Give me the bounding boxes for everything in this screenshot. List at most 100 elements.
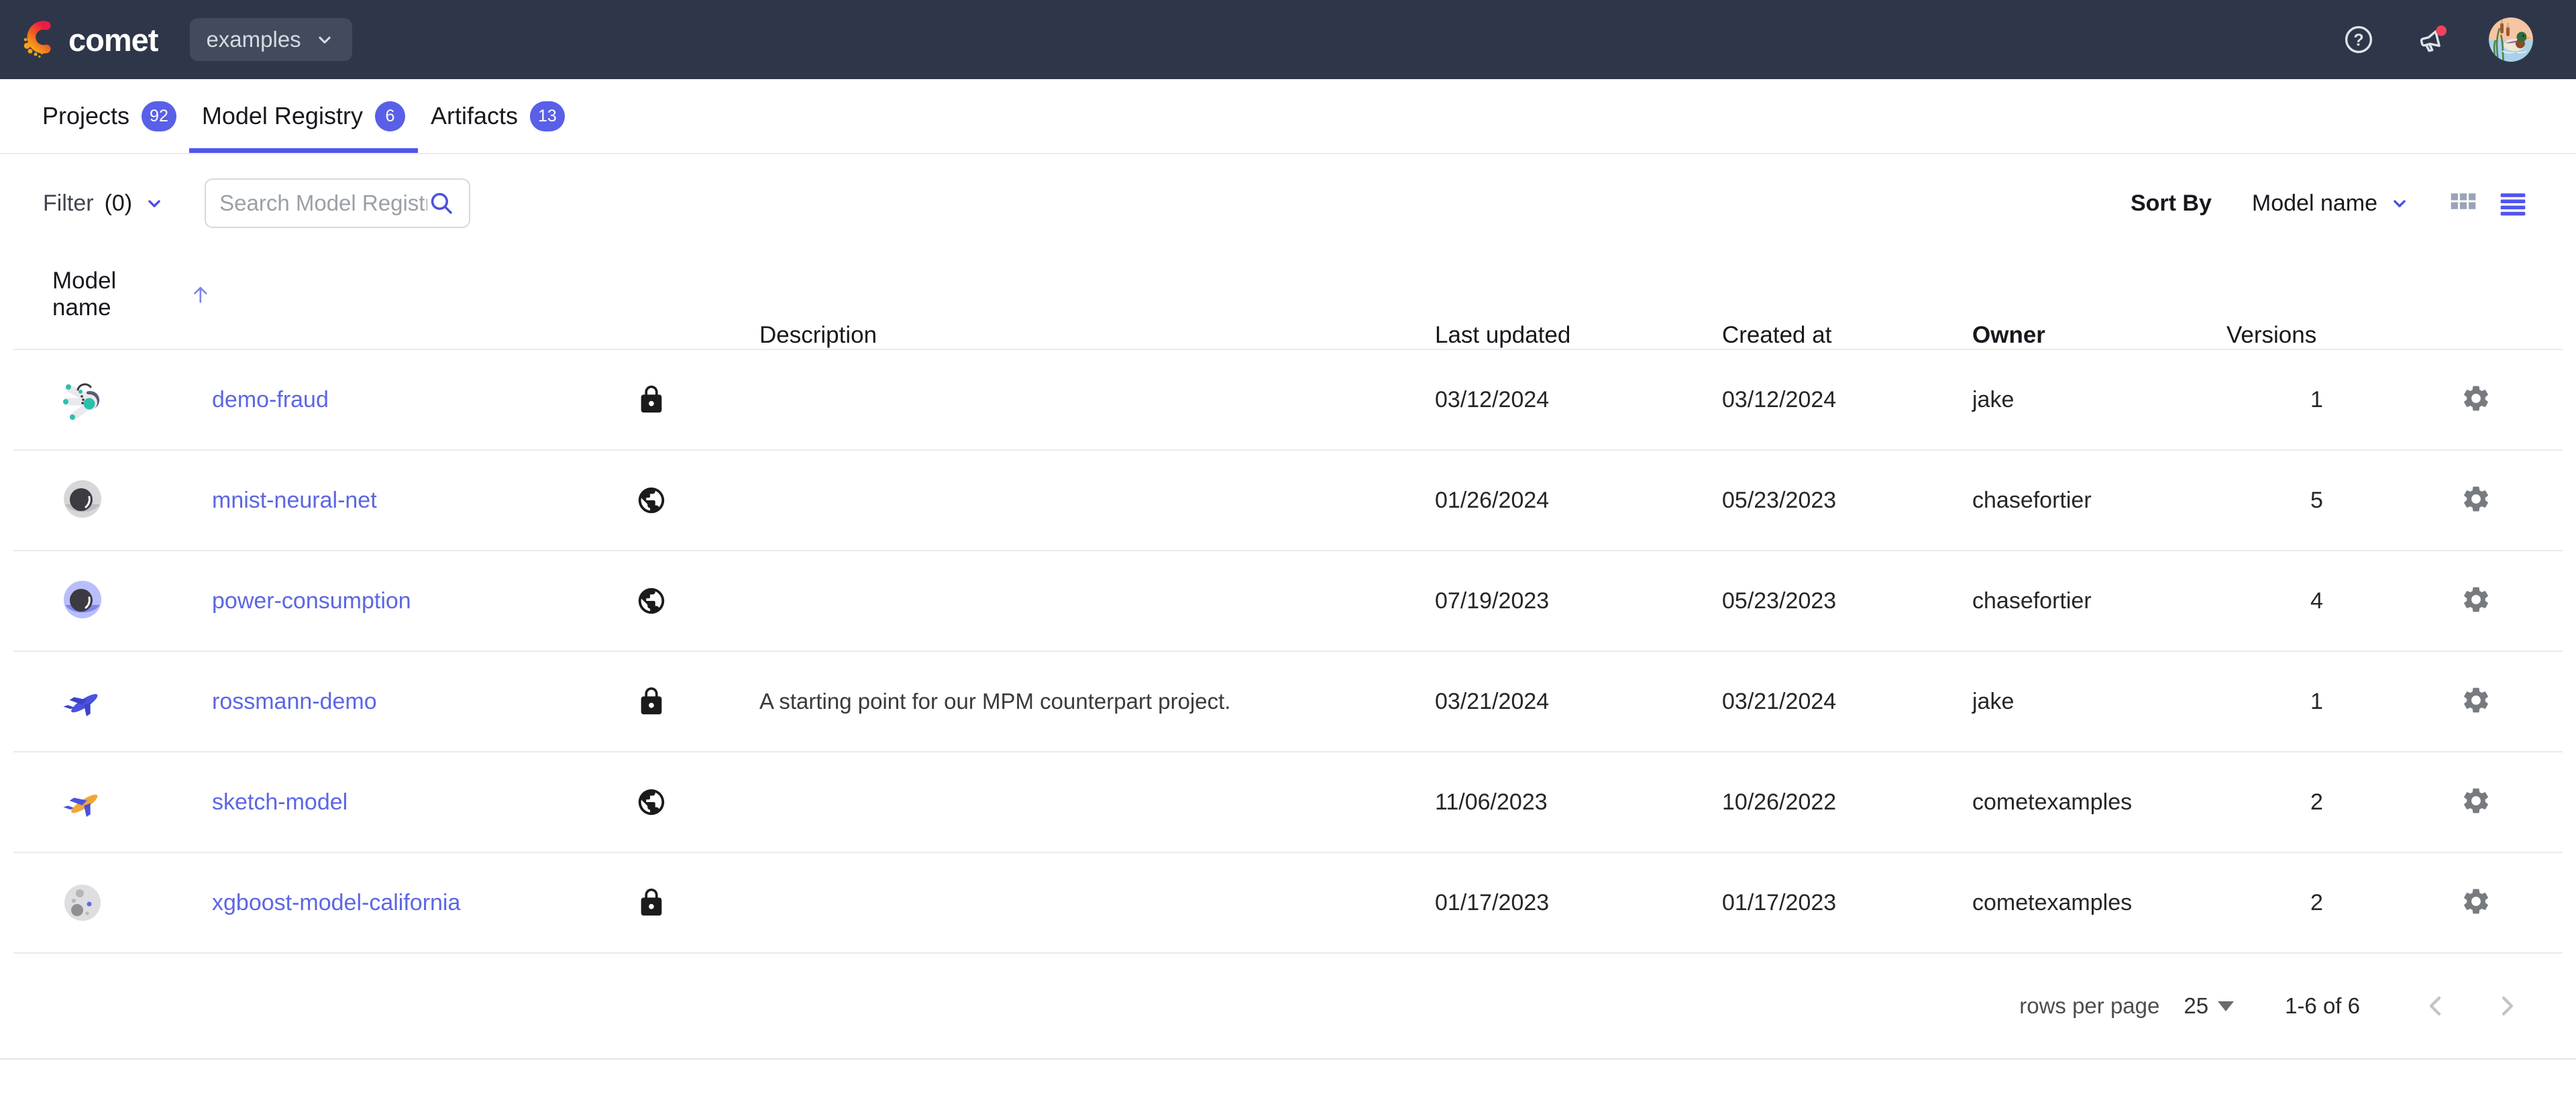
sort-ascending-arrow-icon [189, 283, 212, 306]
next-page-button[interactable] [2490, 990, 2522, 1022]
created-at-cell: 05/23/2023 [1722, 488, 1972, 514]
chevron-right-icon [2490, 990, 2522, 1022]
filter-label: Filter [43, 190, 94, 217]
model-name-link[interactable]: xgboost-model-california [212, 890, 460, 915]
globe-icon [636, 585, 667, 616]
tab-count-badge: 6 [375, 101, 405, 131]
tab-model-registry[interactable]: Model Registry 6 [189, 79, 418, 153]
brand-wordmark: comet [68, 21, 158, 58]
user-avatar[interactable] [2489, 17, 2533, 62]
model-name-link[interactable]: power-consumption [212, 588, 411, 614]
created-at-cell: 03/21/2024 [1722, 689, 1972, 715]
top-bar: comet examples ? [0, 0, 2576, 79]
sort-value: Model name [2252, 190, 2377, 217]
model-name-link[interactable]: demo-fraud [212, 387, 329, 412]
last-updated-cell: 03/21/2024 [1435, 689, 1722, 715]
column-header-owner: Owner [1972, 322, 2226, 349]
globe-icon [636, 787, 667, 818]
triangle-down-icon [2218, 1001, 2234, 1011]
chevron-down-icon [2388, 192, 2411, 215]
owner-cell: cometexamples [1972, 789, 2226, 816]
column-header-description: Description [759, 322, 1435, 349]
versions-cell: 1 [2226, 689, 2442, 715]
last-updated-cell: 11/06/2023 [1435, 789, 1722, 816]
lock-icon [636, 384, 667, 415]
filter-count: (0) [105, 190, 133, 217]
comet-brand: comet [20, 19, 158, 60]
gear-icon[interactable] [2461, 606, 2491, 618]
model-name-link[interactable]: sketch-model [212, 789, 347, 815]
created-at-cell: 10/26/2022 [1722, 789, 1972, 816]
tab-label: Projects [42, 102, 129, 130]
tab-count-badge: 92 [142, 101, 176, 131]
view-toggles [2449, 188, 2528, 218]
gear-icon[interactable] [2461, 506, 2491, 517]
model-logo-icon [60, 578, 105, 624]
pagination-bar: rows per page 25 1-6 of 6 [0, 954, 2576, 1060]
table-row: mnist-neural-net 01/26/2024 05/23/2023 c… [13, 451, 2563, 551]
created-at-cell: 01/17/2023 [1722, 890, 1972, 916]
model-logo-icon [60, 478, 105, 523]
column-header-model-name[interactable]: Model name [52, 268, 212, 321]
workspace-selector[interactable]: examples [190, 18, 352, 61]
gear-icon[interactable] [2461, 908, 2491, 919]
tab-label: Artifacts [431, 102, 518, 130]
filter-dropdown[interactable]: Filter (0) [43, 190, 166, 217]
gear-icon[interactable] [2461, 707, 2491, 718]
gear-icon[interactable] [2461, 405, 2491, 416]
column-header-created-at: Created at [1722, 322, 1972, 349]
table-row: sketch-model 11/06/2023 10/26/2022 comet… [13, 752, 2563, 853]
globe-icon [636, 485, 667, 516]
model-name-link[interactable]: mnist-neural-net [212, 488, 377, 513]
created-at-cell: 05/23/2023 [1722, 588, 1972, 614]
owner-cell: chasefortier [1972, 488, 2226, 514]
search-box [205, 178, 470, 228]
owner-cell: chasefortier [1972, 588, 2226, 614]
tab-label: Model Registry [202, 102, 363, 130]
list-view-button[interactable] [2498, 188, 2528, 218]
model-name-link[interactable]: rossmann-demo [212, 689, 377, 714]
model-logo-icon [60, 679, 105, 724]
table-row: demo-fraud 03/12/2024 03/12/2024 jake 1 [13, 350, 2563, 451]
table-rows: demo-fraud 03/12/2024 03/12/2024 jake 1 … [13, 350, 2563, 954]
table-row: rossmann-demo A starting point for our M… [13, 652, 2563, 752]
workspace-name: examples [206, 27, 301, 52]
tab-count-badge: 13 [530, 101, 565, 131]
svg-text:?: ? [2353, 31, 2363, 50]
model-logo-icon [60, 377, 105, 423]
versions-cell: 2 [2226, 789, 2442, 816]
model-logo-icon [60, 880, 105, 926]
announcements-button[interactable] [2415, 22, 2450, 57]
grid-view-button[interactable] [2449, 188, 2478, 218]
grid-view-icon [2449, 188, 2478, 218]
previous-page-button[interactable] [2420, 990, 2453, 1022]
tab-projects[interactable]: Projects 92 [30, 79, 189, 153]
chevron-down-icon [143, 192, 166, 215]
pagination-nav [2420, 990, 2522, 1022]
column-header-versions: Versions [2226, 322, 2442, 349]
tab-bar: Projects 92 Model Registry 6 Artifacts 1… [0, 79, 2576, 154]
last-updated-cell: 01/26/2024 [1435, 488, 1722, 514]
versions-cell: 4 [2226, 588, 2442, 614]
topbar-actions: ? [2341, 17, 2576, 62]
rows-per-page-value: 25 [2184, 993, 2208, 1019]
help-button[interactable]: ? [2341, 22, 2376, 57]
gear-icon[interactable] [2461, 807, 2491, 819]
comet-logo-icon [20, 19, 60, 60]
versions-cell: 1 [2226, 387, 2442, 413]
list-view-icon [2498, 188, 2528, 218]
rows-per-page-select[interactable]: 25 [2184, 993, 2234, 1019]
last-updated-cell: 07/19/2023 [1435, 588, 1722, 614]
column-header-last-updated: Last updated [1435, 322, 1722, 349]
rows-per-page-label: rows per page [2019, 993, 2159, 1019]
tab-artifacts[interactable]: Artifacts 13 [418, 79, 578, 153]
versions-cell: 5 [2226, 488, 2442, 514]
last-updated-cell: 01/17/2023 [1435, 890, 1722, 916]
search-icon[interactable] [427, 189, 455, 217]
search-input[interactable] [219, 190, 427, 216]
owner-cell: jake [1972, 387, 2226, 413]
column-header-visibility: Visibility [0, 322, 578, 349]
notification-dot [2436, 25, 2447, 36]
sort-dropdown[interactable]: Model name [2252, 190, 2411, 217]
created-at-cell: 03/12/2024 [1722, 387, 1972, 413]
